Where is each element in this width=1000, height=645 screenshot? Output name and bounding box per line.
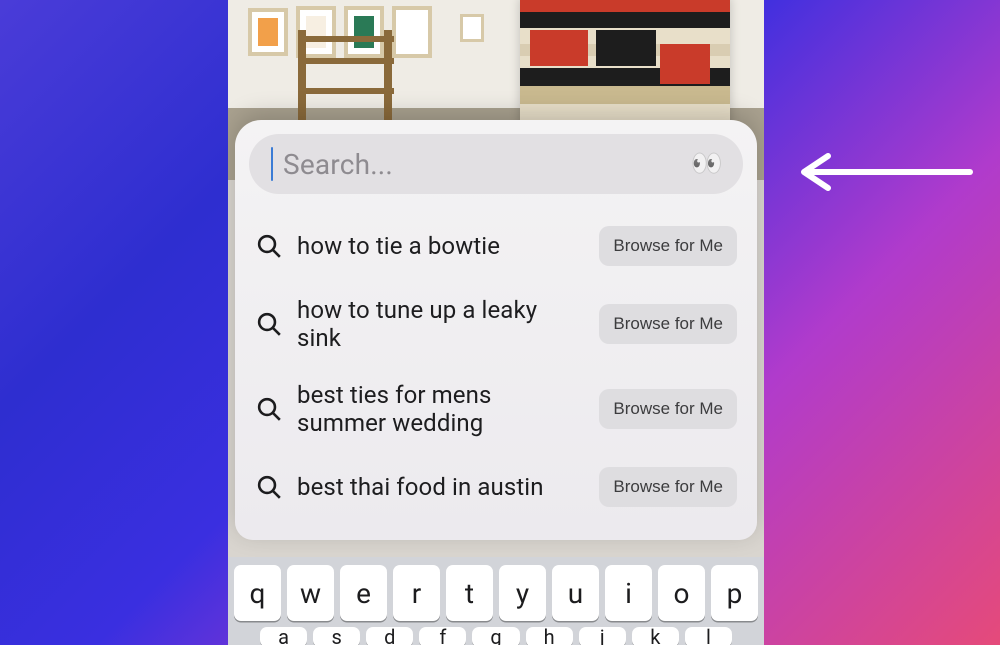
search-placeholder: Search... <box>283 148 681 181</box>
search-icon <box>255 473 283 501</box>
search-input[interactable]: Search... 👀 <box>249 134 743 194</box>
key-j[interactable]: j <box>579 627 626 645</box>
suggestion-text: how to tune up a leaky sink <box>297 296 585 353</box>
app-background: Search... 👀 how to tie a bowtie Browse f… <box>0 0 1000 645</box>
on-screen-keyboard[interactable]: q w e r t y u i o p a s d f g h j k l <box>228 557 764 645</box>
key-k[interactable]: k <box>632 627 679 645</box>
phone-frame: Search... 👀 how to tie a bowtie Browse f… <box>228 0 764 645</box>
key-q[interactable]: q <box>234 565 281 621</box>
key-f[interactable]: f <box>419 627 466 645</box>
key-g[interactable]: g <box>472 627 519 645</box>
keyboard-row-2: a s d f g h j k l <box>234 627 758 645</box>
suggestion-text: best ties for mens summer wedding <box>297 381 585 438</box>
key-y[interactable]: y <box>499 565 546 621</box>
search-icon <box>255 395 283 423</box>
loom-illustration <box>288 30 408 130</box>
key-l[interactable]: l <box>685 627 732 645</box>
browse-for-me-button[interactable]: Browse for Me <box>599 226 737 266</box>
key-t[interactable]: t <box>446 565 493 621</box>
keyboard-row-1: q w e r t y u i o p <box>234 565 758 621</box>
browse-for-me-button[interactable]: Browse for Me <box>599 389 737 429</box>
key-h[interactable]: h <box>526 627 573 645</box>
key-w[interactable]: w <box>287 565 334 621</box>
key-p[interactable]: p <box>711 565 758 621</box>
textile-illustration <box>520 0 730 124</box>
suggestion-item[interactable]: best thai food in austin Browse for Me <box>249 451 743 523</box>
search-panel: Search... 👀 how to tie a bowtie Browse f… <box>235 120 757 540</box>
annotation-arrow-icon <box>786 152 976 192</box>
suggestions-list: how to tie a bowtie Browse for Me how to… <box>249 210 743 523</box>
suggestion-item[interactable]: how to tune up a leaky sink Browse for M… <box>249 282 743 367</box>
key-r[interactable]: r <box>393 565 440 621</box>
key-u[interactable]: u <box>552 565 599 621</box>
key-i[interactable]: i <box>605 565 652 621</box>
key-s[interactable]: s <box>313 627 360 645</box>
key-a[interactable]: a <box>260 627 307 645</box>
key-o[interactable]: o <box>658 565 705 621</box>
key-d[interactable]: d <box>366 627 413 645</box>
suggestion-item[interactable]: how to tie a bowtie Browse for Me <box>249 210 743 282</box>
browse-for-me-button[interactable]: Browse for Me <box>599 304 737 344</box>
eyes-icon[interactable]: 👀 <box>691 149 723 179</box>
suggestion-text: best thai food in austin <box>297 473 585 501</box>
search-icon <box>255 310 283 338</box>
search-icon <box>255 232 283 260</box>
suggestion-text: how to tie a bowtie <box>297 232 585 260</box>
browse-for-me-button[interactable]: Browse for Me <box>599 467 737 507</box>
key-e[interactable]: e <box>340 565 387 621</box>
suggestion-item[interactable]: best ties for mens summer wedding Browse… <box>249 367 743 452</box>
text-caret <box>271 147 273 181</box>
